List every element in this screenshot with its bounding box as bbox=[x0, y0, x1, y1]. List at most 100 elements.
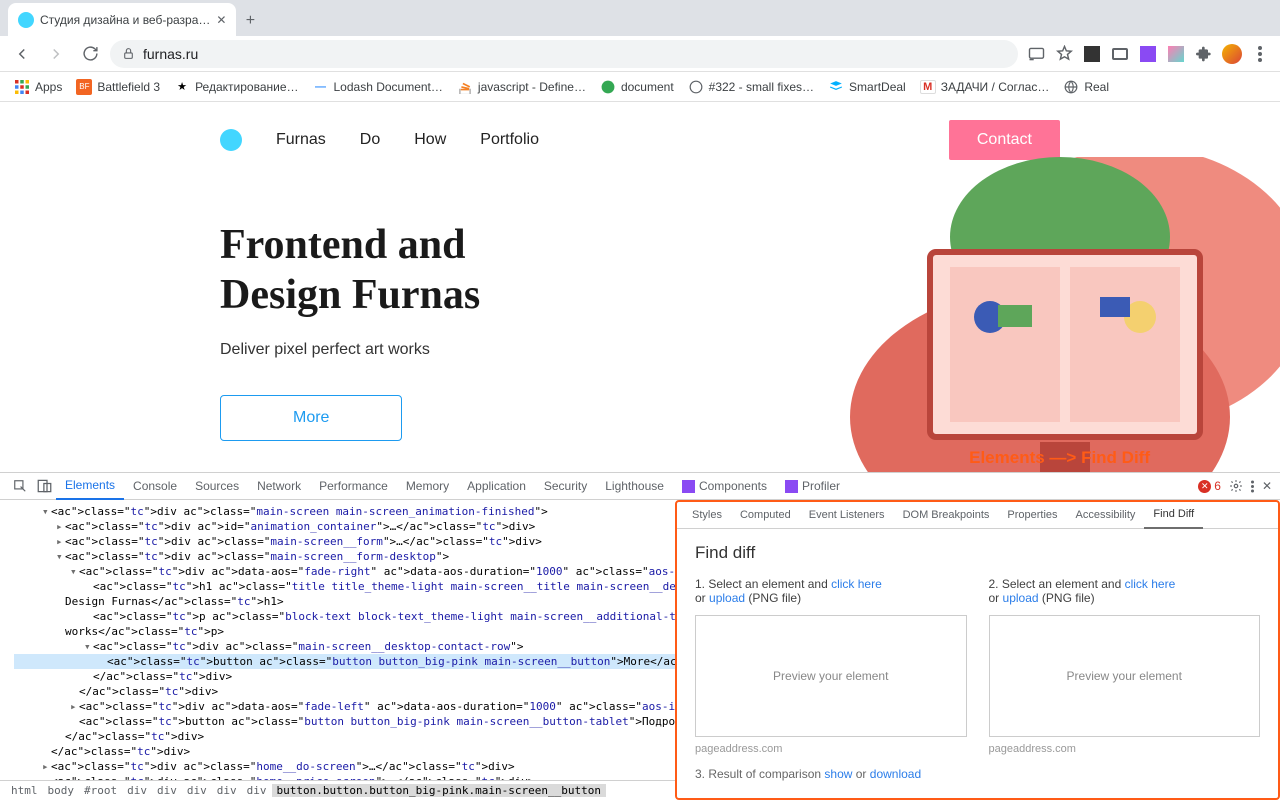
bookmark-item[interactable]: SmartDeal bbox=[822, 76, 912, 98]
click-here-2[interactable]: click here bbox=[1125, 577, 1176, 591]
breadcrumb-item[interactable]: div bbox=[182, 784, 212, 797]
click-here-1[interactable]: click here bbox=[831, 577, 882, 591]
cast-icon[interactable] bbox=[1024, 42, 1048, 66]
more-button[interactable]: More bbox=[220, 395, 402, 441]
side-tab-accessibility[interactable]: Accessibility bbox=[1067, 502, 1145, 529]
ext-icon-3[interactable] bbox=[1136, 42, 1160, 66]
dom-line[interactable]: ▾<ac">class="tc">div ac">class="main-scr… bbox=[14, 639, 675, 654]
side-tab-properties[interactable]: Properties bbox=[998, 502, 1066, 529]
devtools-tab-components[interactable]: Components bbox=[673, 473, 776, 500]
dom-line[interactable]: ▾<ac">class="tc">div ac">class="main-scr… bbox=[14, 504, 675, 519]
side-tab-computed[interactable]: Computed bbox=[731, 502, 800, 529]
bookmark-item[interactable]: javascript - Define… bbox=[451, 76, 592, 98]
url-field[interactable]: furnas.ru bbox=[110, 40, 1018, 68]
dom-line[interactable]: ▾<ac">class="tc">div ac">data-aos="fade-… bbox=[14, 564, 675, 579]
error-indicator[interactable]: ✕6 bbox=[1198, 479, 1221, 493]
dom-tree[interactable]: ▾<ac">class="tc">div ac">class="main-scr… bbox=[0, 500, 675, 780]
devtools-tab-memory[interactable]: Memory bbox=[397, 473, 458, 500]
dom-line[interactable]: </ac">class="tc">div> bbox=[14, 744, 675, 759]
chrome-menu-icon[interactable] bbox=[1248, 42, 1272, 66]
bookmarks-bar: AppsBFBattlefield 3★Редактирование…—Loda… bbox=[0, 72, 1280, 102]
dom-line[interactable]: <ac">class="tc">button ac">class="button… bbox=[14, 654, 675, 669]
dom-line[interactable]: ▸<ac">class="tc">div ac">class="main-scr… bbox=[14, 534, 675, 549]
devtools-tab-security[interactable]: Security bbox=[535, 473, 596, 500]
breadcrumb-item[interactable]: #root bbox=[79, 784, 122, 797]
dom-line[interactable]: ▸<ac">class="tc">div ac">id="animation_c… bbox=[14, 519, 675, 534]
devtools-tab-profiler[interactable]: Profiler bbox=[776, 473, 849, 500]
devtools-tab-network[interactable]: Network bbox=[248, 473, 310, 500]
tab-bar: Студия дизайна и веб-разра… ✕ + bbox=[0, 0, 1280, 36]
new-tab-button[interactable]: + bbox=[236, 12, 264, 36]
bookmark-item[interactable]: Real bbox=[1057, 76, 1115, 98]
site-nav: Furnas Do How Portfolio Contact bbox=[220, 102, 1060, 160]
contact-button[interactable]: Contact bbox=[949, 120, 1060, 160]
preview-2[interactable]: Preview your element bbox=[989, 615, 1261, 737]
bookmark-item[interactable]: BFBattlefield 3 bbox=[70, 76, 166, 98]
ext-icon-1[interactable] bbox=[1080, 42, 1104, 66]
inspect-icon[interactable] bbox=[8, 472, 32, 500]
bookmark-label: Lodash Document… bbox=[334, 80, 443, 94]
side-tab-dom-breakpoints[interactable]: DOM Breakpoints bbox=[894, 502, 999, 529]
nav-link-portfolio[interactable]: Portfolio bbox=[480, 131, 539, 149]
dom-line[interactable]: <ac">class="tc">h1 ac">class="title titl… bbox=[14, 579, 675, 594]
dom-line[interactable]: </ac">class="tc">div> bbox=[14, 684, 675, 699]
dom-line[interactable]: </ac">class="tc">div> bbox=[14, 669, 675, 684]
upload-1[interactable]: upload bbox=[709, 591, 745, 605]
dom-line[interactable]: ▾<ac">class="tc">div ac">class="main-scr… bbox=[14, 549, 675, 564]
dom-line[interactable]: ▸<ac">class="tc">div ac">class="home__do… bbox=[14, 759, 675, 774]
dom-line[interactable]: Design Furnas</ac">class="tc">h1> bbox=[14, 594, 675, 609]
bookmark-item[interactable]: ★Редактирование… bbox=[168, 76, 304, 98]
nav-link-how[interactable]: How bbox=[414, 131, 446, 149]
star-icon[interactable] bbox=[1052, 42, 1076, 66]
breadcrumb-item[interactable]: div bbox=[122, 784, 152, 797]
device-icon[interactable] bbox=[32, 472, 56, 500]
browser-tab[interactable]: Студия дизайна и веб-разра… ✕ bbox=[8, 3, 236, 36]
hero-illustration bbox=[820, 157, 1280, 472]
side-tab-event-listeners[interactable]: Event Listeners bbox=[800, 502, 894, 529]
bookmark-label: Real bbox=[1084, 80, 1109, 94]
forward-button[interactable] bbox=[42, 40, 70, 68]
ext-icon-4[interactable] bbox=[1164, 42, 1188, 66]
devtools-tab-application[interactable]: Application bbox=[458, 473, 535, 500]
devtools-close-icon[interactable]: ✕ bbox=[1262, 479, 1272, 493]
nav-link-brand[interactable]: Furnas bbox=[276, 131, 326, 149]
preview-1[interactable]: Preview your element bbox=[695, 615, 967, 737]
ext-icon-2[interactable] bbox=[1108, 42, 1132, 66]
bookmark-item[interactable]: MЗАДАЧИ / Соглас… bbox=[914, 77, 1056, 97]
devtools-tab-sources[interactable]: Sources bbox=[186, 473, 248, 500]
devtools-settings-icon[interactable] bbox=[1229, 479, 1243, 493]
back-button[interactable] bbox=[8, 40, 36, 68]
devtools-tab-performance[interactable]: Performance bbox=[310, 473, 397, 500]
devtools-tab-lighthouse[interactable]: Lighthouse bbox=[596, 473, 673, 500]
breadcrumb-item[interactable]: html bbox=[6, 784, 43, 797]
side-tab-styles[interactable]: Styles bbox=[683, 502, 731, 529]
profile-avatar[interactable] bbox=[1220, 42, 1244, 66]
devtools-tab-elements[interactable]: Elements bbox=[56, 473, 124, 500]
dom-line[interactable]: <ac">class="tc">p ac">class="block-text … bbox=[14, 609, 675, 624]
bookmark-item[interactable]: —Lodash Document… bbox=[307, 76, 449, 98]
breadcrumb-item[interactable]: div bbox=[152, 784, 182, 797]
dom-line[interactable]: <ac">class="tc">button ac">class="button… bbox=[14, 714, 675, 729]
breadcrumb-item[interactable]: div bbox=[212, 784, 242, 797]
upload-2[interactable]: upload bbox=[1003, 591, 1039, 605]
extensions-icon[interactable] bbox=[1192, 42, 1216, 66]
side-tab-find-diff[interactable]: Find Diff bbox=[1144, 502, 1203, 529]
breadcrumb-item[interactable]: body bbox=[43, 784, 80, 797]
dom-line[interactable]: works</ac">class="tc">p> bbox=[14, 624, 675, 639]
devtools-tab-console[interactable]: Console bbox=[124, 473, 186, 500]
breadcrumb[interactable]: htmlbody#rootdivdivdivdivdivbutton.butto… bbox=[0, 780, 675, 800]
breadcrumb-item[interactable]: button.button.button_big-pink.main-scree… bbox=[272, 784, 607, 797]
devtools-menu-icon[interactable] bbox=[1251, 480, 1254, 493]
reload-button[interactable] bbox=[76, 40, 104, 68]
bookmark-item[interactable]: Apps bbox=[8, 76, 68, 98]
nav-link-do[interactable]: Do bbox=[360, 131, 380, 149]
show-link[interactable]: show bbox=[824, 767, 852, 781]
close-icon[interactable]: ✕ bbox=[216, 13, 226, 27]
bookmark-item[interactable]: document bbox=[594, 76, 680, 98]
page-viewport: Furnas Do How Portfolio Contact Frontend… bbox=[0, 102, 1280, 472]
breadcrumb-item[interactable]: div bbox=[242, 784, 272, 797]
bookmark-item[interactable]: #322 - small fixes… bbox=[682, 76, 820, 98]
dom-line[interactable]: </ac">class="tc">div> bbox=[14, 729, 675, 744]
download-link[interactable]: download bbox=[870, 767, 921, 781]
dom-line[interactable]: ▸<ac">class="tc">div ac">data-aos="fade-… bbox=[14, 699, 675, 714]
